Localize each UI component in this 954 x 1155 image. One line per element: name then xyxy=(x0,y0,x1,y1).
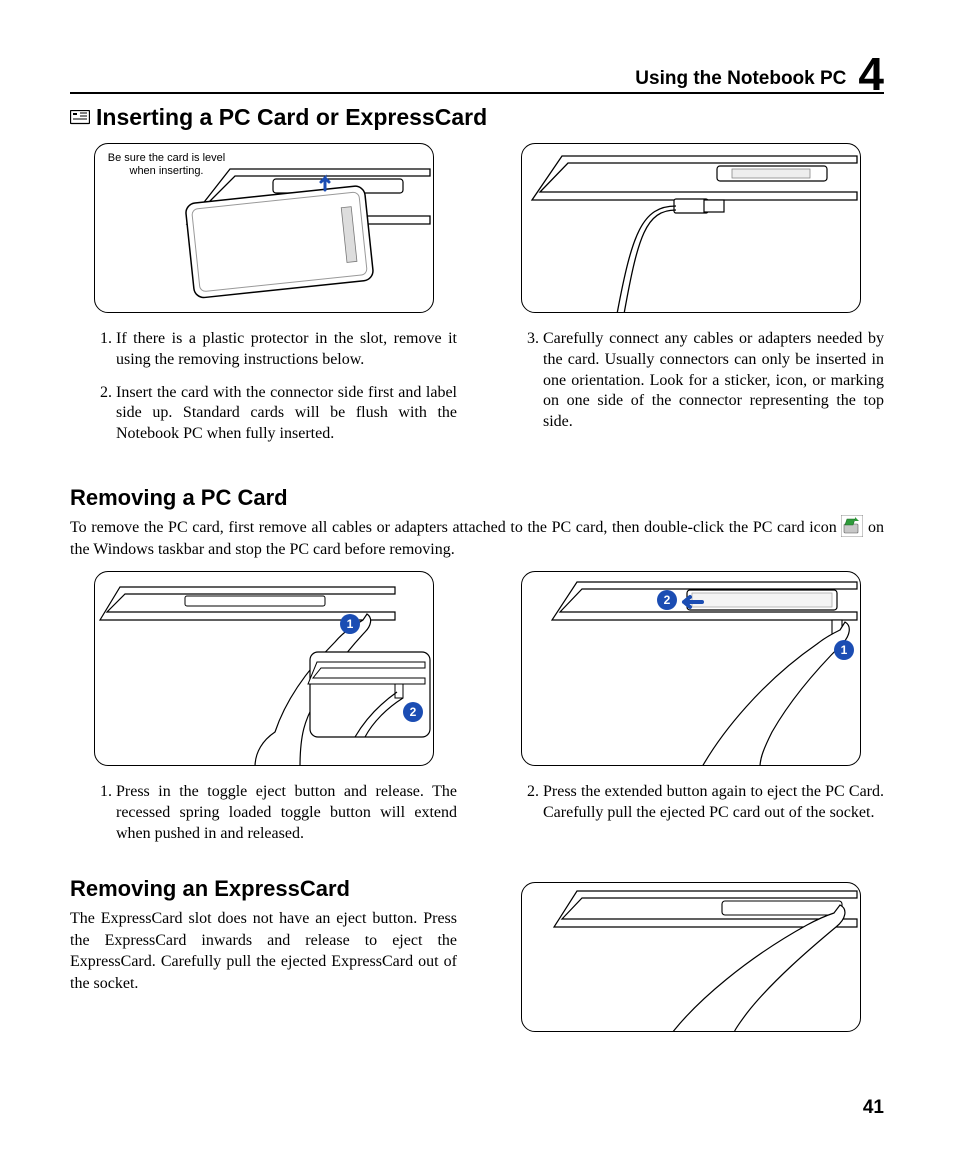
section-heading-text: Inserting a PC Card or ExpressCard xyxy=(96,104,487,131)
section-heading-inserting: Inserting a PC Card or ExpressCard xyxy=(70,104,884,131)
list-item: Press in the toggle eject button and rel… xyxy=(116,782,457,844)
svg-text:2: 2 xyxy=(663,593,670,607)
insert-row: Be sure the card is level when inserting… xyxy=(70,143,884,457)
page-header: Using the Notebook PC 4 xyxy=(70,48,884,94)
section-heading-removing-pc: Removing a PC Card xyxy=(70,485,884,511)
remove-steps-right: Press the extended button again to eject… xyxy=(497,782,884,824)
insert-steps-right: Carefully connect any cables or adapters… xyxy=(497,329,884,433)
figure-eject-pull: 1 2 xyxy=(521,571,861,766)
page-number: 41 xyxy=(863,1097,884,1119)
remove-col-left: 1 2 Press in the toggle eject xyxy=(70,571,457,856)
list-item: If there is a plastic protector in the s… xyxy=(116,329,457,371)
intro-text-a: To remove the PC card, first remove all … xyxy=(70,519,841,536)
remove-steps-left: Press in the toggle eject button and rel… xyxy=(70,782,457,844)
remove-row: 1 2 Press in the toggle eject xyxy=(70,571,884,856)
pc-card-icon xyxy=(70,110,90,126)
removing-intro: To remove the PC card, first remove all … xyxy=(70,517,884,561)
svg-text:2: 2 xyxy=(409,705,416,719)
section-heading-removing-express: Removing an ExpressCard xyxy=(70,876,457,902)
insert-steps-left: If there is a plastic protector in the s… xyxy=(70,329,457,445)
insert-col-right: Carefully connect any cables or adapters… xyxy=(497,143,884,457)
figure-connect-cable xyxy=(521,143,861,313)
insert-col-left: Be sure the card is level when inserting… xyxy=(70,143,457,457)
taskbar-pc-card-icon xyxy=(841,515,863,537)
figure-note: Be sure the card is level when inserting… xyxy=(107,152,227,177)
expresscard-row: Removing an ExpressCard The ExpressCard … xyxy=(70,864,884,1048)
remove-col-right: 1 2 Press the extended button again to e… xyxy=(497,571,884,856)
figure-expresscard-eject xyxy=(521,882,861,1032)
expresscard-fig-col xyxy=(497,864,884,1048)
expresscard-text-col: Removing an ExpressCard The ExpressCard … xyxy=(70,864,457,1048)
figure-insert-card: Be sure the card is level when inserting… xyxy=(94,143,434,313)
list-item: Insert the card with the connector side … xyxy=(116,383,457,445)
figure-eject-press: 1 2 xyxy=(94,571,434,766)
list-item: Carefully connect any cables or adapters… xyxy=(543,329,884,433)
svg-text:1: 1 xyxy=(840,643,847,657)
svg-text:1: 1 xyxy=(346,617,353,631)
list-item: Press the extended button again to eject… xyxy=(543,782,884,824)
expresscard-body: The ExpressCard slot does not have an ej… xyxy=(70,908,457,994)
chapter-number: 4 xyxy=(858,54,884,95)
header-title: Using the Notebook PC xyxy=(635,68,846,90)
